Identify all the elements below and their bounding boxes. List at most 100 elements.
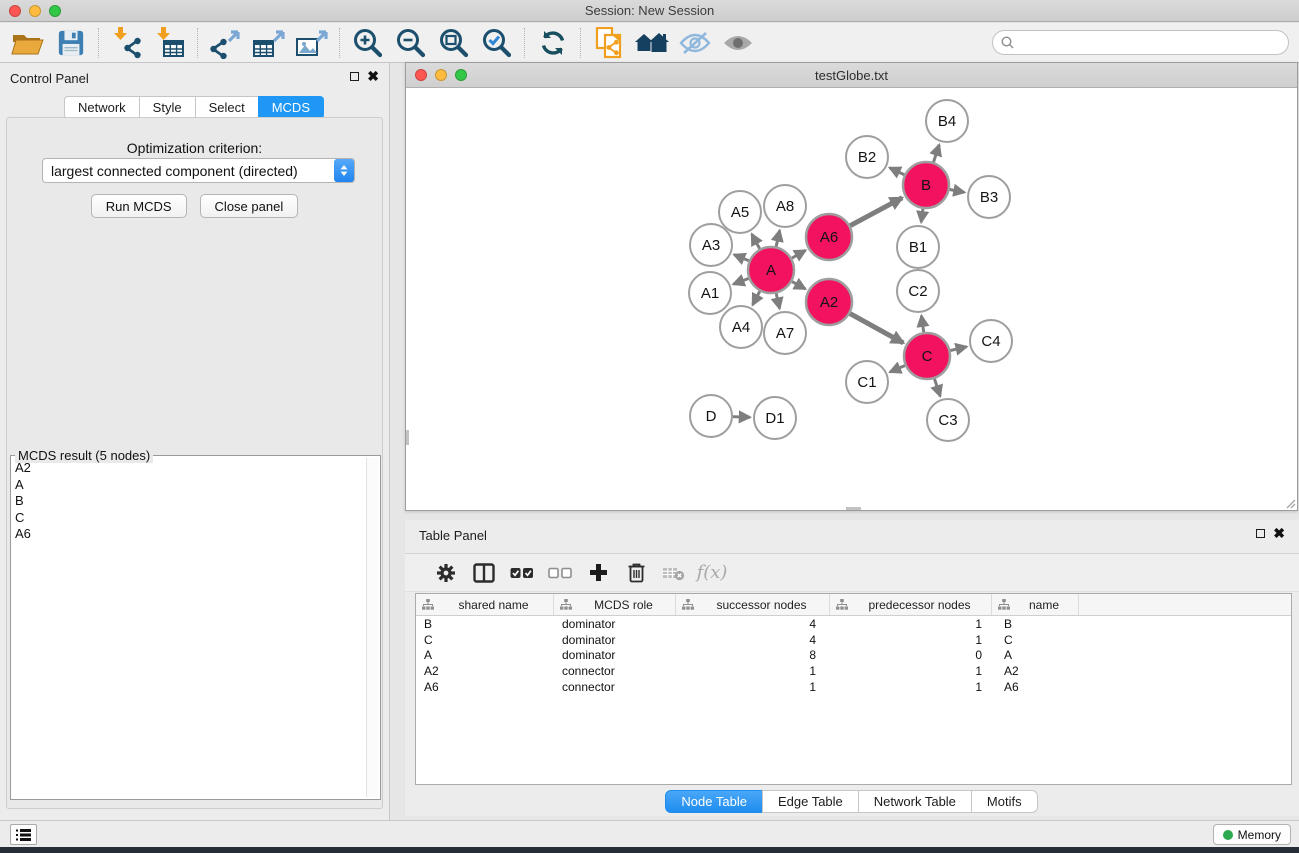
table-cell[interactable]: 0 (830, 648, 992, 662)
table-row[interactable]: Adominator80A (416, 648, 1291, 664)
graph-node-D[interactable]: D (690, 395, 732, 437)
graph-edge-A-A1[interactable] (733, 278, 748, 284)
graph-node-A1[interactable]: A1 (689, 272, 731, 314)
graph-edge-B-B2[interactable] (890, 168, 905, 175)
graph-edge-A-A3[interactable] (734, 255, 749, 261)
graph-edge-A-A8[interactable] (776, 230, 780, 246)
graph-edge-B-B4[interactable] (933, 145, 939, 162)
graph-edge-C-C3[interactable] (934, 379, 940, 396)
table-cell[interactable]: dominator (554, 617, 676, 631)
zoom-fit-icon[interactable] (432, 26, 475, 60)
criterion-dropdown[interactable]: largest connected component (directed) (42, 158, 355, 183)
result-scrollbar[interactable] (366, 458, 378, 797)
close-window-button[interactable] (9, 5, 21, 17)
select-all-icon[interactable] (503, 558, 541, 588)
table-cell[interactable]: B (992, 617, 1079, 631)
table-cell[interactable]: 1 (830, 664, 992, 678)
show-glyphs-icon[interactable] (716, 26, 759, 60)
graph-node-B4[interactable]: B4 (926, 100, 968, 142)
close-panel-icon[interactable]: ✖ (367, 71, 379, 82)
table-cell[interactable]: connector (554, 680, 676, 694)
float-panel-icon[interactable] (350, 72, 359, 81)
table-cell[interactable]: A (992, 648, 1079, 662)
column-header-shared-name[interactable]: shared name (416, 594, 554, 615)
resize-grip[interactable] (1285, 498, 1296, 509)
home-icon[interactable] (630, 26, 673, 60)
table-cell[interactable]: 4 (676, 617, 830, 631)
graph-edge-A-A5[interactable] (752, 234, 760, 249)
result-list-item[interactable]: C (15, 510, 364, 527)
column-header-successor-nodes[interactable]: successor nodes (676, 594, 830, 615)
add-row-icon[interactable] (579, 558, 617, 588)
graph-node-B2[interactable]: B2 (846, 136, 888, 178)
close-panel-button[interactable]: Close panel (200, 194, 299, 218)
delete-row-icon[interactable] (617, 558, 655, 588)
graph-node-A8[interactable]: A8 (764, 185, 806, 227)
table-cell[interactable]: A (416, 648, 554, 662)
export-table-icon[interactable] (247, 26, 290, 60)
table-cell[interactable]: dominator (554, 648, 676, 662)
table-cell[interactable]: 8 (676, 648, 830, 662)
zoom-selected-icon[interactable] (475, 26, 518, 60)
table-cell[interactable]: 1 (676, 680, 830, 694)
graph-node-A5[interactable]: A5 (719, 191, 761, 233)
network-minimize-button[interactable] (435, 69, 447, 81)
tab-network[interactable]: Network (64, 96, 140, 119)
table-cell[interactable]: connector (554, 664, 676, 678)
network-graph[interactable]: B4B2BB3A5A8A6A3AB1A1A2C2A4A7C4CC1C3DD1 (406, 88, 1297, 510)
task-history-button[interactable] (10, 824, 37, 845)
result-list-item[interactable]: A6 (15, 526, 364, 543)
graph-node-C4[interactable]: C4 (970, 320, 1012, 362)
export-image-icon[interactable] (290, 26, 333, 60)
column-header-MCDS-role[interactable]: MCDS role (554, 594, 676, 615)
graph-node-A3[interactable]: A3 (690, 224, 732, 266)
table-cell[interactable]: 1 (676, 664, 830, 678)
maximize-window-button[interactable] (49, 5, 61, 17)
graph-node-A4[interactable]: A4 (720, 306, 762, 348)
table-cell[interactable]: dominator (554, 633, 676, 647)
hide-glyphs-icon[interactable] (673, 26, 716, 60)
save-icon[interactable] (49, 26, 92, 60)
graph-node-C[interactable]: C (904, 333, 950, 379)
graph-edge-C-C2[interactable] (921, 316, 923, 332)
graph-edge-B-B1[interactable] (921, 209, 923, 222)
float-table-panel-icon[interactable] (1256, 529, 1265, 538)
tab-motifs[interactable]: Motifs (971, 790, 1038, 813)
result-list-item[interactable]: A (15, 477, 364, 494)
graph-node-D1[interactable]: D1 (754, 397, 796, 439)
tab-style[interactable]: Style (139, 96, 196, 119)
graph-edge-A2-C[interactable] (850, 314, 903, 343)
gear-icon[interactable] (427, 558, 465, 588)
graph-edge-D-D1[interactable] (733, 417, 750, 418)
tab-mcds[interactable]: MCDS (258, 96, 324, 119)
table-cell[interactable]: A6 (992, 680, 1079, 694)
table-row[interactable]: A2connector11A2 (416, 663, 1291, 679)
tab-network-table[interactable]: Network Table (858, 790, 972, 813)
search-input[interactable] (1019, 35, 1280, 50)
tab-node-table[interactable]: Node Table (665, 790, 763, 813)
network-canvas[interactable]: B4B2BB3A5A8A6A3AB1A1A2C2A4A7C4CC1C3DD1 (406, 88, 1297, 510)
import-network-icon[interactable] (105, 26, 148, 60)
zoom-in-icon[interactable] (346, 26, 389, 60)
graph-node-C2[interactable]: C2 (897, 270, 939, 312)
import-table-icon[interactable] (148, 26, 191, 60)
clone-network-icon[interactable] (587, 26, 630, 60)
refresh-icon[interactable] (531, 26, 574, 60)
graph-edge-A-A2[interactable] (792, 282, 805, 289)
tab-select[interactable]: Select (195, 96, 259, 119)
table-cell[interactable]: A2 (992, 664, 1079, 678)
graph-node-A[interactable]: A (748, 247, 794, 293)
horizontal-scrollbar-thumb[interactable] (846, 507, 861, 510)
export-network-icon[interactable] (204, 26, 247, 60)
table-cell[interactable]: A2 (416, 664, 554, 678)
table-row[interactable]: Cdominator41C (416, 632, 1291, 648)
table-cell[interactable]: B (416, 617, 554, 631)
close-table-panel-icon[interactable]: ✖ (1273, 528, 1285, 539)
graph-edge-B-B3[interactable] (950, 189, 965, 192)
zoom-out-icon[interactable] (389, 26, 432, 60)
table-cell[interactable]: 1 (830, 617, 992, 631)
column-header-name[interactable]: name (992, 594, 1079, 615)
graph-node-A7[interactable]: A7 (764, 312, 806, 354)
network-maximize-button[interactable] (455, 69, 467, 81)
graph-node-B3[interactable]: B3 (968, 176, 1010, 218)
